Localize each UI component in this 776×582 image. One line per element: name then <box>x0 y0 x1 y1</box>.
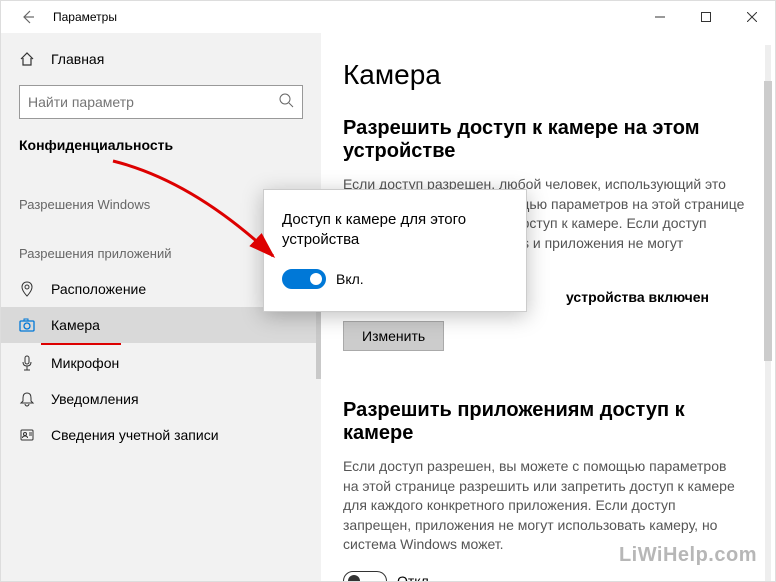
minimize-button[interactable] <box>637 1 683 33</box>
account-icon <box>19 427 37 443</box>
back-button[interactable] <box>13 3 41 31</box>
nav-home-label: Главная <box>51 51 104 67</box>
sidebar-item-label: Сведения учетной записи <box>51 427 219 443</box>
sidebar-item-label: Уведомления <box>51 391 139 407</box>
section1-heading: Разрешить доступ к камере на этом устрой… <box>343 117 745 163</box>
sidebar-section-title: Конфиденциальность <box>1 133 321 173</box>
sidebar-item-label: Микрофон <box>51 355 119 371</box>
search-icon <box>278 92 294 113</box>
sidebar-item-label: Камера <box>51 317 100 333</box>
bell-icon <box>19 391 37 407</box>
page-title: Камера <box>343 59 745 91</box>
device-camera-toggle[interactable] <box>282 269 326 289</box>
microphone-icon <box>19 355 37 371</box>
device-camera-toggle-label: Вкл. <box>336 271 364 287</box>
nav-home[interactable]: Главная <box>1 43 321 75</box>
watermark: LiWiHelp.com <box>619 544 757 567</box>
home-icon <box>19 51 37 67</box>
camera-icon <box>19 317 37 333</box>
search-input[interactable] <box>28 94 278 110</box>
sidebar-item-label: Расположение <box>51 281 146 297</box>
popup-title: Доступ к камере для этого устройства <box>282 210 508 249</box>
change-button[interactable]: Изменить <box>343 321 444 351</box>
window-title: Параметры <box>53 10 117 24</box>
apps-camera-toggle-label: Откл. <box>397 573 433 581</box>
section2-desc: Если доступ разрешен, вы можете с помощь… <box>343 457 745 555</box>
search-input-wrapper[interactable] <box>19 85 303 119</box>
section2-heading: Разрешить приложениям доступ к камере <box>343 399 745 445</box>
apps-camera-toggle[interactable] <box>343 571 387 581</box>
sidebar-item-microphone[interactable]: Микрофон <box>1 345 321 381</box>
sidebar-item-notifications[interactable]: Уведомления <box>1 381 321 417</box>
camera-access-popup: Доступ к камере для этого устройства Вкл… <box>263 189 527 312</box>
sidebar-item-camera[interactable]: Камера <box>1 307 321 343</box>
scrollbar-thumb[interactable] <box>764 81 772 361</box>
maximize-button[interactable] <box>683 1 729 33</box>
sidebar-item-account[interactable]: Сведения учетной записи <box>1 417 321 453</box>
location-icon <box>19 281 37 297</box>
close-button[interactable] <box>729 1 775 33</box>
